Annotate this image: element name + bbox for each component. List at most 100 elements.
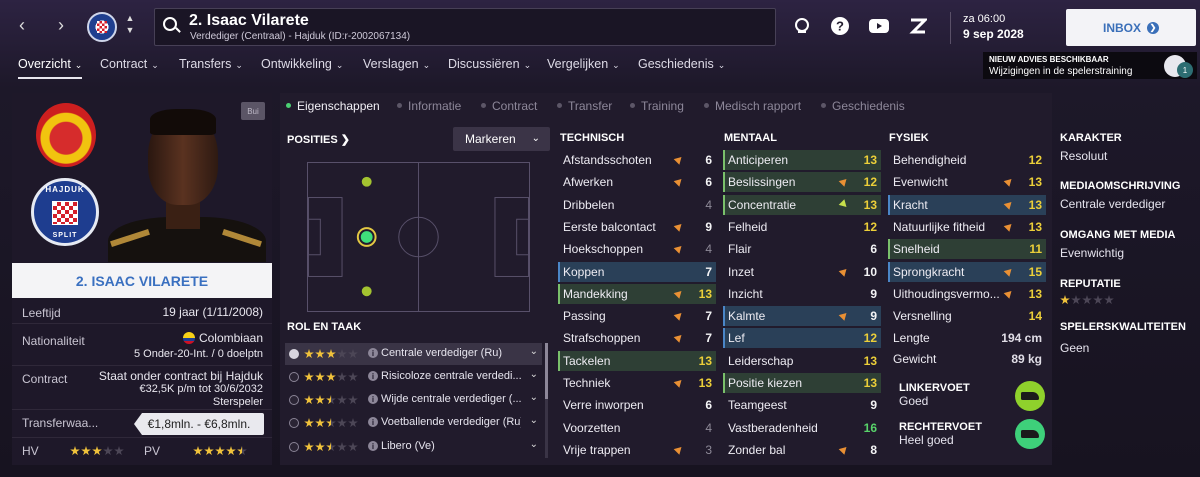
nav-vergelijken[interactable]: Vergelijken ⌄ — [547, 57, 620, 71]
nationality-row[interactable]: Nationaliteit Colombiaan 5 Onder-20-Int.… — [12, 324, 272, 366]
attribute-row[interactable]: Flair 6 — [723, 239, 881, 259]
attribute-row[interactable]: Vrije trappen 3 — [558, 440, 716, 460]
nav-verslagen[interactable]: Verslagen ⌄ — [363, 57, 430, 71]
attribute-row[interactable]: Strafschoppen 7 — [558, 328, 716, 348]
attribute-row[interactable]: Versnelling 14 — [888, 306, 1046, 326]
search-box[interactable]: 2. Isaac Vilarete Verdediger (Centraal) … — [154, 8, 776, 46]
attribute-row[interactable]: Behendigheid 12 — [888, 150, 1046, 170]
attribute-row[interactable]: Kracht 13 — [888, 194, 1046, 215]
tab-informatie[interactable]: Informatie — [397, 99, 461, 113]
flag-icon — [182, 332, 195, 344]
radio-button[interactable] — [289, 395, 299, 405]
role-row[interactable]: i Voetballende verdediger (Ru) ⌄ — [285, 412, 542, 434]
attribute-row[interactable]: Hoekschoppen 4 — [558, 239, 716, 259]
attribute-row[interactable]: Koppen 7 — [558, 261, 716, 282]
attribute-value: 7 — [705, 264, 712, 279]
attribute-row[interactable]: Leiderschap 13 — [723, 351, 881, 371]
tab-contract[interactable]: Contract — [481, 99, 537, 113]
tab-transfer[interactable]: Transfer — [557, 99, 612, 113]
forward-arrow-icon[interactable]: › — [50, 14, 72, 36]
nav-overzicht[interactable]: Overzicht ⌄ — [18, 57, 83, 79]
attribute-row[interactable]: Inzicht 9 — [723, 284, 881, 304]
radio-button[interactable] — [289, 349, 299, 359]
radio-button[interactable] — [289, 442, 299, 452]
help-icon[interactable]: ? — [830, 16, 850, 36]
advice-notification[interactable]: NIEUW ADVIES BESCHIKBAAR Wijzigingen in … — [983, 52, 1197, 79]
info-icon[interactable]: i — [368, 441, 378, 451]
nav-discussieren[interactable]: Discussiëren ⌄ — [448, 57, 531, 71]
role-row[interactable]: i Centrale verdediger (Ru) ⌄ — [285, 343, 542, 365]
attribute-row[interactable]: Kalmte 9 — [723, 306, 881, 327]
status-badge[interactable]: Bui — [241, 102, 265, 120]
transfer-value[interactable]: €1,8mln. - €6,8mln. — [134, 413, 264, 435]
chevron-down-icon[interactable]: ⌄ — [530, 346, 538, 357]
inbox-button[interactable]: INBOX ❯ — [1066, 9, 1196, 46]
attribute-row[interactable]: Passing 7 — [558, 306, 716, 326]
positions-heading[interactable]: POSITIES ❯ — [287, 133, 350, 146]
back-arrow-icon[interactable]: ‹ — [11, 14, 33, 36]
attribute-row[interactable]: Techniek 13 — [558, 373, 716, 393]
attribute-row[interactable]: Vastberadenheid 16 — [723, 418, 881, 438]
info-icon[interactable]: i — [368, 371, 378, 381]
role-row[interactable]: i Libero (Ve) ⌄ — [285, 436, 542, 458]
nav-geschiedenis[interactable]: Geschiedenis ⌄ — [638, 57, 725, 71]
attribute-row[interactable]: Verre inworpen 6 — [558, 395, 716, 415]
attribute-row[interactable]: Afstandsschoten 6 — [558, 150, 716, 170]
contract-row[interactable]: Contract Staat onder contract bij Hajduk… — [12, 366, 272, 410]
z-logo-icon[interactable] — [908, 16, 928, 36]
radio-button[interactable] — [289, 372, 299, 382]
attribute-row[interactable]: Evenwicht 13 — [888, 172, 1046, 192]
media-handling-heading: OMGANG MET MEDIA — [1060, 229, 1176, 241]
chevron-down-icon[interactable]: ⌄ — [530, 369, 538, 380]
star-icon — [326, 442, 336, 452]
tab-training[interactable]: Training — [630, 99, 684, 113]
attribute-value: 13 — [863, 153, 877, 167]
role-row[interactable]: i Risicoloze centrale verdedi... ⌄ — [285, 366, 542, 388]
mental-heading: MENTAAL — [724, 132, 777, 144]
info-icon[interactable]: i — [368, 417, 378, 427]
attribute-row[interactable]: Afwerken 6 — [558, 172, 716, 192]
highlight-select[interactable]: Markeren ⌄ — [453, 127, 550, 151]
attribute-row[interactable]: Felheid 12 — [723, 217, 881, 237]
nav-ontwikkeling[interactable]: Ontwikkeling ⌄ — [261, 57, 343, 71]
attribute-row[interactable]: Anticiperen 13 — [723, 150, 881, 170]
club-crest[interactable]: HAJDUK SPLIT — [31, 178, 99, 246]
chevron-down-icon[interactable]: ⌄ — [530, 392, 538, 403]
attribute-row[interactable]: Zonder bal 8 — [723, 440, 881, 460]
nav-contract[interactable]: Contract ⌄ — [100, 57, 159, 71]
trend-up-icon — [673, 332, 685, 344]
attribute-row[interactable]: Voorzetten 4 — [558, 418, 716, 438]
contract-wage: €32,5K p/m tot 30/6/2032 — [139, 383, 263, 395]
attribute-row[interactable]: Snelheid 11 — [888, 239, 1046, 260]
youtube-icon[interactable] — [869, 16, 889, 36]
attribute-row[interactable]: Concentratie 13 — [723, 194, 881, 215]
chevron-down-icon[interactable]: ⌄ — [530, 439, 538, 450]
info-icon[interactable]: i — [368, 394, 378, 404]
nav-transfers[interactable]: Transfers ⌄ — [179, 57, 243, 71]
attribute-row[interactable]: Mandekking 13 — [558, 283, 716, 304]
role-row[interactable]: i Wijde centrale verdediger (... ⌄ — [285, 389, 542, 411]
chevron-down-icon[interactable]: ⌄ — [530, 415, 538, 426]
attribute-row[interactable]: Eerste balcontact 9 — [558, 217, 716, 237]
world-icon[interactable] — [792, 16, 812, 36]
attribute-row[interactable]: Beslissingen 12 — [723, 172, 881, 193]
attribute-row[interactable]: Dribbelen 4 — [558, 195, 716, 215]
tab-geschiedenis[interactable]: Geschiedenis — [821, 99, 905, 113]
attribute-row[interactable]: Uithoudingsvermo... 13 — [888, 284, 1046, 304]
attribute-row[interactable]: Lef 12 — [723, 328, 881, 349]
attribute-row[interactable]: Sprongkracht 15 — [888, 261, 1046, 282]
club-crest-icon[interactable] — [87, 12, 117, 42]
roles-scrollbar[interactable] — [545, 343, 548, 458]
attribute-row[interactable]: Natuurlijke fitheid 13 — [888, 217, 1046, 237]
game-day: 9 sep 2028 — [963, 27, 1024, 41]
radio-button[interactable] — [289, 418, 299, 428]
club-switch-chevron-icon[interactable]: ▲ ▼ — [124, 12, 136, 36]
attribute-row[interactable]: Teamgeest 9 — [723, 395, 881, 415]
game-date[interactable]: za 06:00 9 sep 2028 — [950, 12, 1024, 44]
tab-eigenschappen[interactable]: Eigenschappen — [286, 99, 380, 113]
attribute-row[interactable]: Tackelen 13 — [558, 350, 716, 371]
attribute-row[interactable]: Positie kiezen 13 — [723, 373, 881, 393]
tab-medisch-rapport[interactable]: Medisch rapport — [704, 99, 801, 113]
info-icon[interactable]: i — [368, 348, 378, 358]
attribute-row[interactable]: Inzet 10 — [723, 262, 881, 282]
